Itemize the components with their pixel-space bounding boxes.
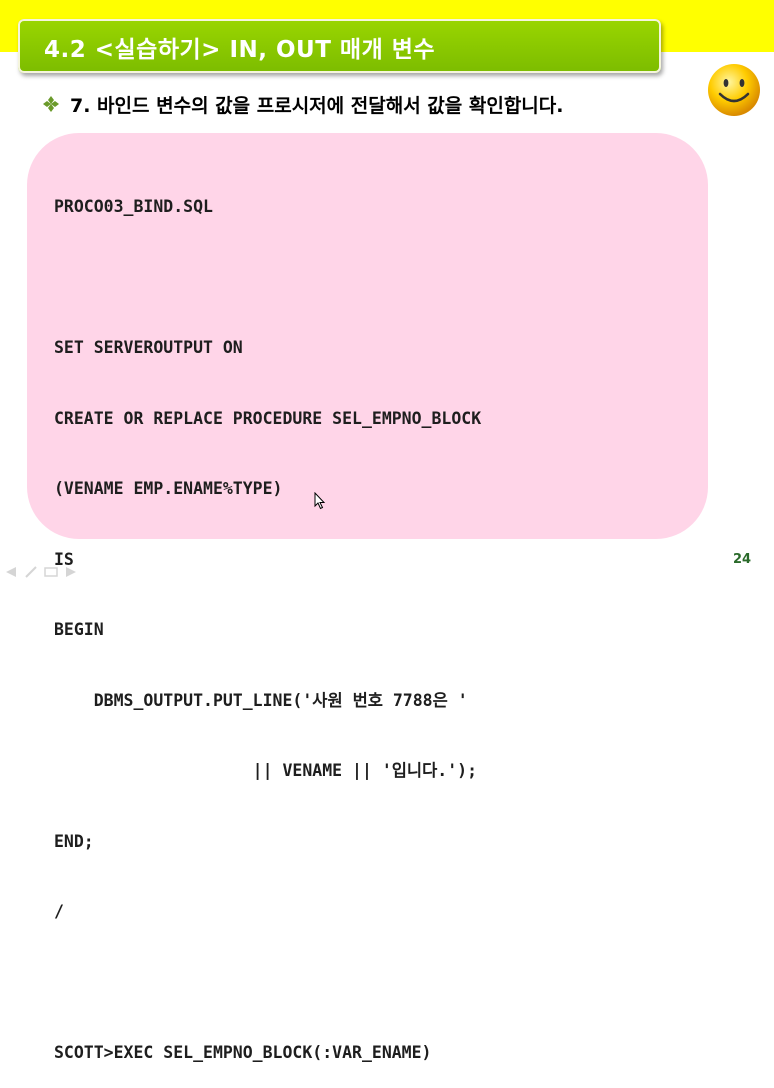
code-line: END;: [54, 831, 94, 851]
diamond-bullet-icon: [43, 96, 59, 112]
code-line: SCOTT>EXEC SEL_EMPNO_BLOCK(:VAR_ENAME): [54, 1043, 432, 1062]
next-slide-icon[interactable]: [64, 566, 78, 578]
slide-title: 4.2 <실습하기> IN, OUT 매개 변수: [44, 37, 436, 63]
slide-subtitle: 7. 바인드 변수의 값을 프로시저에 전달해서 값을 확인합니다.: [70, 94, 564, 117]
code-line: DBMS_OUTPUT.PUT_LINE('사원 번호 7788은 ': [54, 690, 468, 710]
code-line: BEGIN: [54, 620, 104, 639]
code-listing: PROCO03_BIND.SQL SET SERVEROUTPUT ON CRE…: [54, 148, 481, 1088]
page-number: 24: [733, 552, 752, 567]
code-line: IS: [54, 549, 74, 569]
slide-title-bar: 4.2 <실습하기> IN, OUT 매개 변수: [18, 19, 661, 73]
smiley-face-icon: [708, 64, 760, 116]
code-line: CREATE OR REPLACE PROCEDURE SEL_EMPNO_BL…: [54, 408, 482, 428]
code-line: PROCO03_BIND.SQL: [54, 197, 213, 216]
previous-slide-icon[interactable]: [4, 566, 18, 578]
mouse-cursor-icon: [314, 492, 326, 510]
subtitle-row: 7. 바인드 변수의 값을 프로시저에 전달해서 값을 확인합니다.: [42, 92, 564, 117]
menu-icon[interactable]: [44, 566, 58, 578]
code-line: /: [54, 902, 64, 921]
slideshow-toolbar[interactable]: [4, 566, 78, 578]
pen-icon[interactable]: [24, 566, 38, 578]
code-line: (VENAME EMP.ENAME%TYPE): [54, 479, 283, 498]
code-line: || VENAME || '입니다.');: [54, 761, 478, 780]
code-line: SET SERVEROUTPUT ON: [54, 338, 243, 357]
